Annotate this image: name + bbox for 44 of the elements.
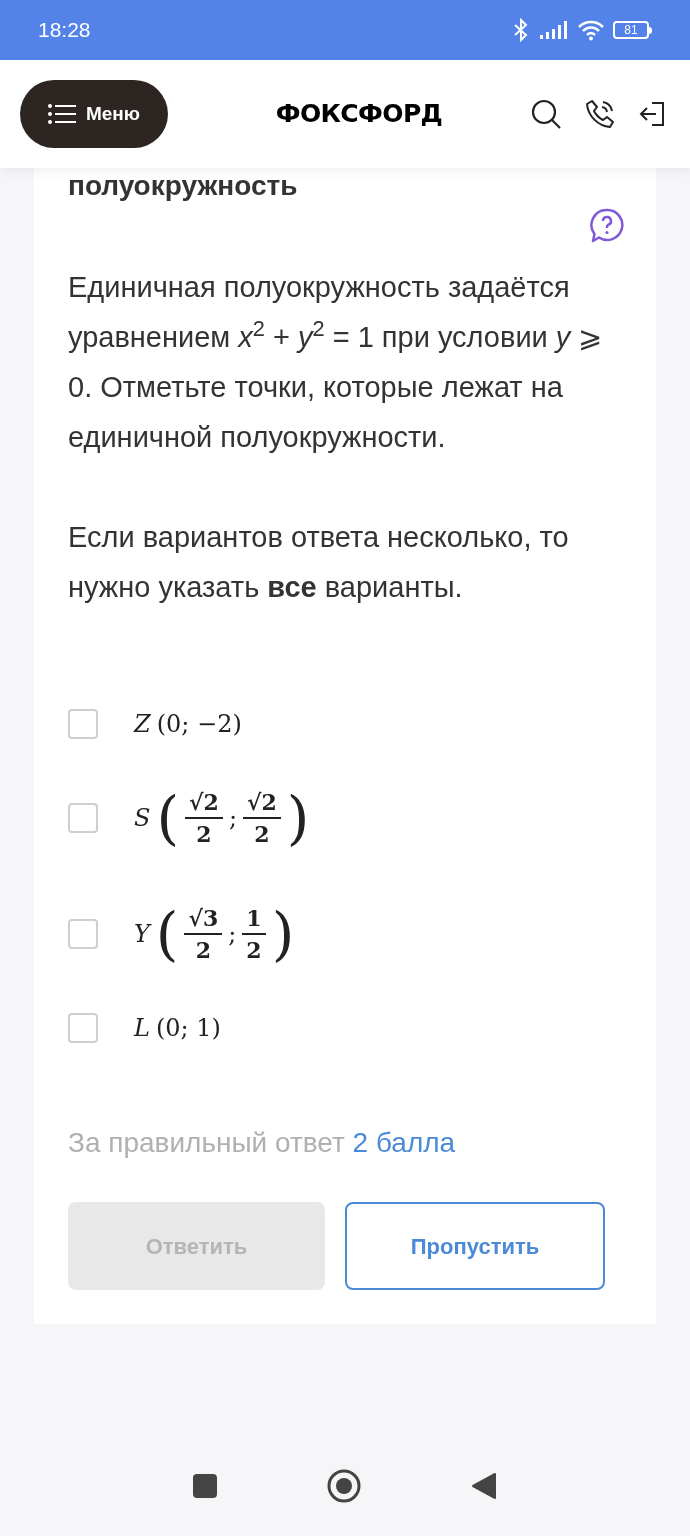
checkbox[interactable] xyxy=(68,1013,98,1043)
home-button[interactable] xyxy=(327,1469,361,1503)
checkbox[interactable] xyxy=(68,803,98,833)
battery-icon: 81 xyxy=(613,21,652,39)
score-value: 2 балла xyxy=(352,1127,456,1158)
fraction-denominator: 2 xyxy=(185,817,223,849)
math-text: ; xyxy=(228,919,237,950)
fraction-denominator: 2 xyxy=(242,817,281,849)
parenthesis: ( xyxy=(156,783,180,854)
task-text: Единичная полуокружность задаётся уравнением x$^{2}$ + y$^{2}$ = 1 при условии y ⩾ 0. Отметьте точки, которые лежат на единичной полуокружности. xyxy=(68,270,604,455)
parenthesis: ) xyxy=(286,783,310,854)
score-label: За правильный ответ xyxy=(68,1127,345,1158)
fraction-denominator: 2 xyxy=(184,933,223,965)
parenthesis: ( xyxy=(155,899,179,970)
fraction-numerator: √3 xyxy=(187,904,220,933)
menu-button[interactable]: Меню xyxy=(20,80,168,148)
math-text: L xyxy=(134,1013,150,1044)
fraction-numerator: √2 xyxy=(245,788,278,817)
math-text: (0; −2) xyxy=(156,709,242,740)
search-icon[interactable] xyxy=(530,98,562,130)
logout-icon[interactable] xyxy=(638,100,666,128)
math-text: ; xyxy=(228,803,237,834)
fraction-numerator: √2 xyxy=(188,788,220,817)
phone-icon[interactable] xyxy=(584,98,616,130)
skip-button[interactable]: Пропустить xyxy=(345,1202,605,1290)
fraction-denominator: 2 xyxy=(242,933,266,965)
math-text: S xyxy=(134,803,151,834)
task-text: Если вариантов ответа несколько, то нужно указать все варианты. xyxy=(68,520,570,605)
recents-button[interactable] xyxy=(193,1474,217,1498)
math-text: (0; 1) xyxy=(155,1013,221,1044)
checkbox[interactable] xyxy=(68,919,98,949)
parenthesis: ) xyxy=(271,899,295,970)
fraction-numerator: 1 xyxy=(245,904,263,933)
task-heading: полуокружность xyxy=(68,170,299,202)
checkbox[interactable] xyxy=(68,709,98,739)
wifi-icon xyxy=(577,19,605,41)
back-button[interactable] xyxy=(471,1472,497,1500)
math-text: Z xyxy=(134,709,151,740)
logo[interactable]: ФОКСФОРД xyxy=(275,95,443,133)
signal-icon xyxy=(539,20,569,40)
menu-icon xyxy=(47,104,76,124)
math-text: Y xyxy=(134,919,150,950)
status-time: 18:28 xyxy=(38,17,91,44)
help-icon[interactable] xyxy=(590,208,624,244)
